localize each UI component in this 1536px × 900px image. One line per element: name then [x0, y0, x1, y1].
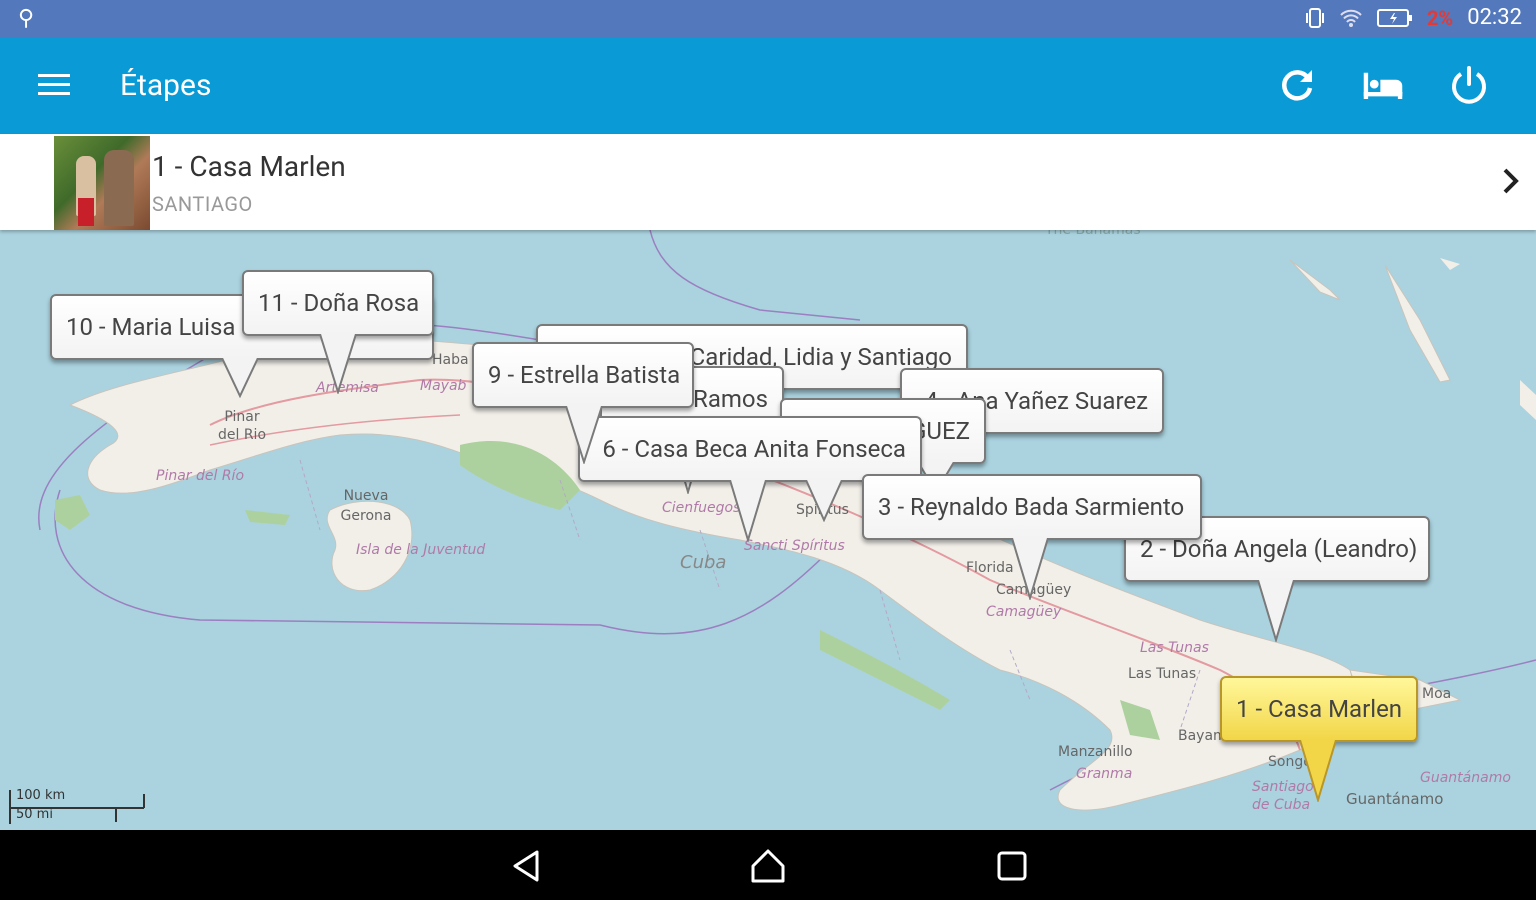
menu-icon[interactable]	[38, 74, 70, 96]
map-marker-1[interactable]: 1 - Casa Marlen	[1220, 676, 1418, 802]
back-icon	[513, 850, 539, 882]
scale-mi: 50 mi	[16, 807, 53, 822]
map-label-las-tunas-city: Las Tunas	[1128, 666, 1197, 682]
map-marker-11[interactable]: 11 - Doña Rosa	[242, 270, 434, 394]
map-label-pinar-city: Pinar del Rio	[217, 409, 267, 443]
stage-photo	[54, 136, 150, 230]
power-icon	[1452, 66, 1486, 104]
refresh-button[interactable]	[1276, 64, 1318, 106]
page-title: Étapes	[120, 68, 212, 103]
navigation-bar	[0, 830, 1536, 900]
map-label-isla: Isla de la Juventud	[356, 542, 486, 558]
map-label-nueva-gerona: Nueva Gerona	[340, 488, 392, 524]
recents-icon	[997, 851, 1027, 881]
home-button[interactable]	[746, 844, 790, 888]
usb-icon: ⚲	[18, 6, 35, 31]
map-marker-9[interactable]: 9 - Estrella Batista	[472, 342, 694, 464]
home-icon	[751, 849, 785, 883]
vibrate-icon	[1305, 7, 1324, 28]
map-label-guantanamo-province: Guantánamo	[1420, 770, 1511, 786]
map-label-manzanillo: Manzanillo	[1058, 744, 1133, 760]
wifi-icon	[1340, 9, 1362, 27]
marker-label: 9 - Estrella Batista	[472, 342, 694, 408]
clock: 02:32	[1467, 5, 1522, 30]
map-label-cuba: Cuba	[680, 552, 727, 573]
back-button[interactable]	[504, 844, 548, 888]
power-button[interactable]	[1448, 64, 1490, 106]
bed-icon	[1363, 72, 1403, 99]
map-label-moa: Moa	[1422, 686, 1452, 702]
recents-button[interactable]	[990, 844, 1034, 888]
map-label-guantanamo-city: Guantánamo	[1346, 790, 1444, 808]
map-label-pinar-province: Pinar del Río	[156, 468, 245, 484]
marker-label: 11 - Doña Rosa	[242, 270, 434, 336]
map-view[interactable]: The Bahamas Pinar del Rio Pinar del Río …	[0, 230, 1536, 830]
map-label-las-tunas-province: Las Tunas	[1140, 640, 1209, 656]
map-scale: 100 km 50 mi	[8, 788, 145, 824]
stage-title: 1 - Casa Marlen	[152, 150, 346, 183]
battery-icon	[1376, 8, 1412, 27]
map-label-camaguey-province: Camagüey	[986, 604, 1062, 620]
chevron-right-icon[interactable]	[1500, 166, 1522, 196]
status-bar: ⚲ 2% 02:32	[0, 0, 1536, 38]
map-label-florida: Florida	[966, 560, 1014, 576]
battery-percent: 2%	[1426, 5, 1454, 30]
map-label-havana: Haba	[432, 352, 469, 368]
stage-subtitle: SANTIAGO	[152, 192, 253, 216]
refresh-icon	[1282, 70, 1313, 101]
map-marker-3[interactable]: 3 - Reynaldo Bada Sarmiento	[862, 474, 1202, 600]
marker-label: 1 - Casa Marlen	[1220, 676, 1418, 742]
scale-km: 100 km	[16, 788, 66, 803]
map-label-granma: Granma	[1076, 766, 1133, 782]
map-label-bahamas: The Bahamas	[1045, 230, 1141, 238]
marker-label: 6 - Casa Beca Anita Fonseca	[578, 416, 922, 482]
hotel-button[interactable]	[1362, 64, 1404, 106]
marker-label: 3 - Reynaldo Bada Sarmiento	[862, 474, 1202, 540]
map-label-mayabeque: Mayab	[420, 378, 467, 394]
app-bar: Étapes	[0, 38, 1536, 134]
